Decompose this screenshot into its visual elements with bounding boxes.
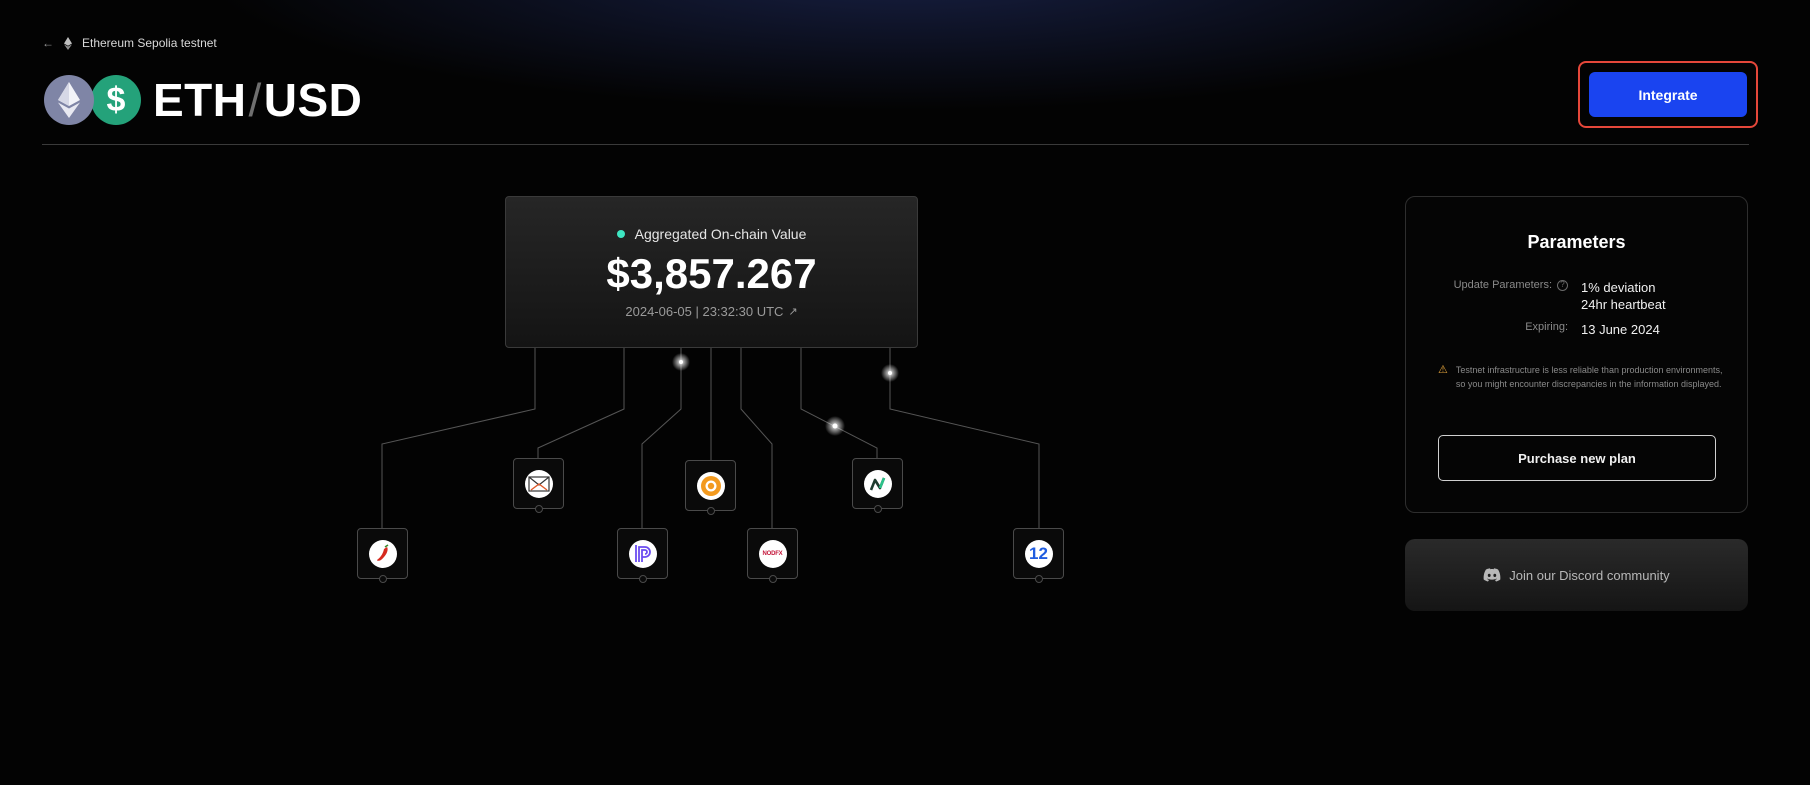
- signal-pulse: [679, 360, 683, 364]
- heartbeat-value: 24hr heartbeat: [1581, 297, 1666, 312]
- orange-ring-logo-icon: [696, 471, 725, 500]
- aggregated-label-text: Aggregated On-chain Value: [634, 226, 807, 242]
- update-parameters-label-text: Update Parameters:: [1453, 279, 1552, 291]
- expiring-label: Expiring:: [1525, 321, 1568, 333]
- discord-icon: [1483, 568, 1501, 582]
- dollar-icon: $: [91, 75, 141, 125]
- discord-label: Join our Discord community: [1509, 567, 1670, 583]
- connector-line: [740, 348, 773, 528]
- envelope-logo-icon: [524, 469, 553, 498]
- node-connector-dot: [873, 505, 882, 513]
- purchase-plan-button[interactable]: Purchase new plan: [1438, 435, 1716, 481]
- aggregated-label: Aggregated On-chain Value: [506, 226, 917, 242]
- oracle-node[interactable]: [617, 528, 668, 583]
- blue-12-logo-icon: 12: [1024, 539, 1053, 568]
- parameters-title: Parameters: [1527, 232, 1626, 252]
- aggregated-value: $3,857.267: [606, 250, 817, 297]
- nodefx-logo-text: NODFX: [762, 550, 783, 557]
- oracle-node[interactable]: [685, 460, 736, 515]
- chili-pepper-logo-icon: [368, 539, 397, 568]
- node-connector-dot: [768, 575, 777, 583]
- ethereum-icon: [44, 75, 94, 125]
- connector-line: [889, 348, 1040, 528]
- external-link-icon[interactable]: ↗: [788, 305, 797, 318]
- oracle-node[interactable]: [357, 528, 408, 583]
- value-timestamp: 2024-06-05 | 23:32:30 UTC ↗: [506, 304, 917, 319]
- connector-line: [537, 348, 625, 458]
- oracle-node[interactable]: [852, 458, 903, 513]
- node-connector-dot: [1034, 575, 1043, 583]
- green-n-logo-icon: [863, 469, 892, 498]
- blue-12-logo-text: 12: [1029, 543, 1048, 563]
- aggregated-value-card: Aggregated On-chain Value $3,857.267 202…: [505, 196, 918, 348]
- node-connector-dot: [638, 575, 647, 583]
- oracle-node[interactable]: 12: [1013, 528, 1064, 583]
- status-dot: [616, 230, 625, 238]
- info-icon[interactable]: ?: [1557, 279, 1568, 291]
- warning-icon: ⚠: [1438, 364, 1448, 376]
- testnet-warning: ⚠ Testnet infrastructure is less reliabl…: [1438, 364, 1723, 391]
- node-connector-dot: [534, 505, 543, 513]
- oracle-node[interactable]: NODFX: [747, 528, 798, 583]
- timestamp-text: 2024-06-05 | 23:32:30 UTC: [625, 304, 784, 319]
- deviation-value: 1% deviation: [1581, 280, 1656, 295]
- dollar-symbol: $: [106, 81, 126, 119]
- nodefx-logo-icon: NODFX: [758, 539, 787, 568]
- oracle-node[interactable]: [513, 458, 564, 513]
- signal-pulse: [832, 423, 838, 429]
- discord-community-button[interactable]: Join our Discord community: [1405, 539, 1748, 611]
- node-connector-dot: [706, 507, 715, 515]
- connector-line: [800, 348, 878, 458]
- expiring-value: 13 June 2024: [1581, 322, 1660, 337]
- testnet-warning-text: Testnet infrastructure is less reliable …: [1455, 365, 1723, 389]
- update-parameters-values: 1% deviation 24hr heartbeat: [1581, 279, 1666, 313]
- parameters-panel: Parameters Update Parameters: ? 1% devia…: [1405, 196, 1748, 513]
- signal-pulse: [888, 371, 892, 375]
- layered-p-logo-icon: [628, 539, 657, 568]
- node-connector-dot: [378, 575, 387, 583]
- connector-line: [641, 348, 682, 528]
- update-parameters-label: Update Parameters: ?: [1454, 279, 1568, 291]
